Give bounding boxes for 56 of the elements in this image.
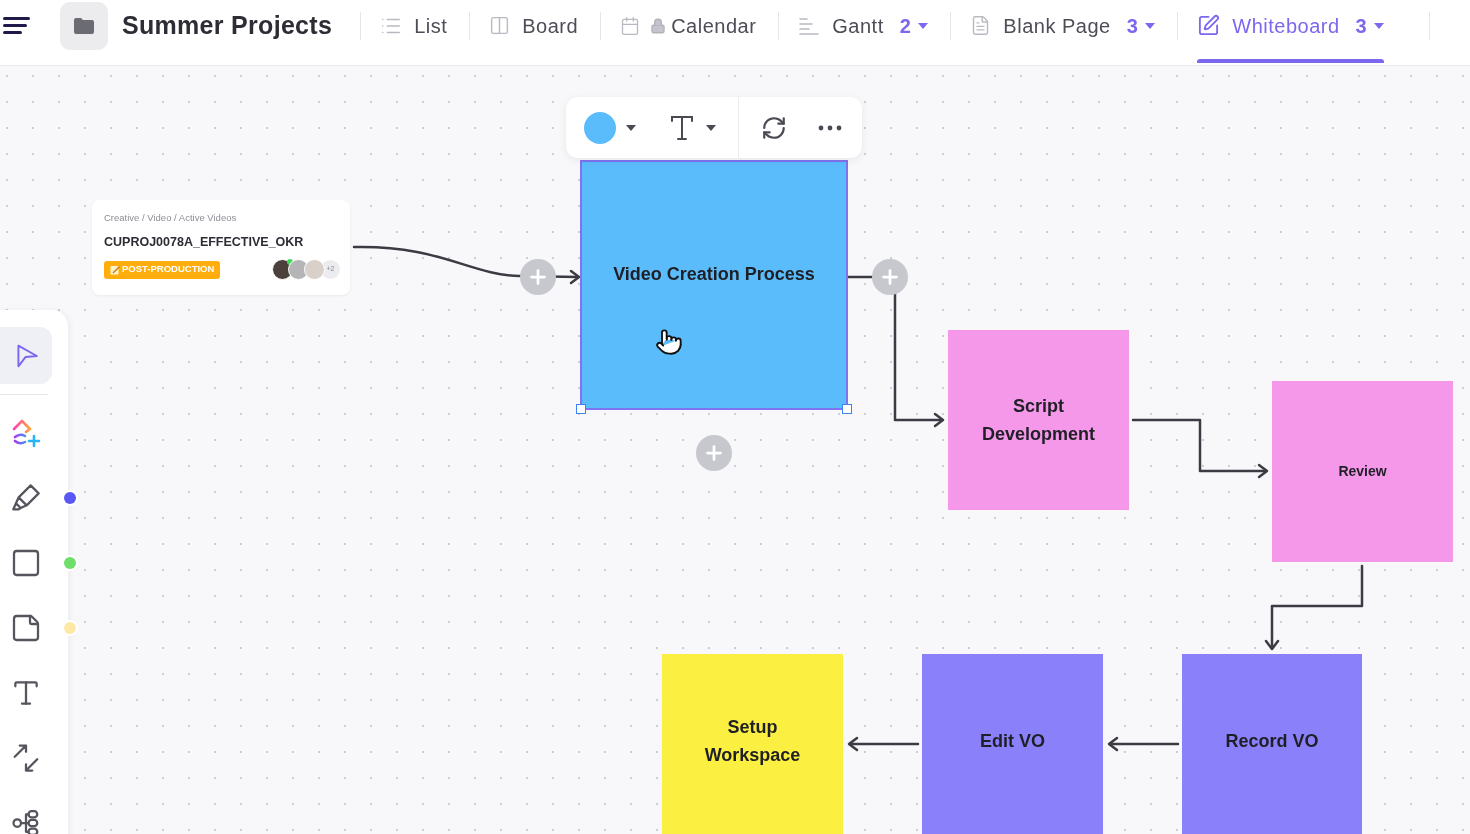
process-node[interactable]: Setup Workspace — [662, 654, 843, 834]
tool-button[interactable] — [0, 327, 52, 384]
process-node[interactable]: Edit VO — [922, 654, 1103, 834]
node-label: Edit VO — [980, 729, 1045, 753]
view-tab[interactable]: Whiteboard 3 — [1197, 0, 1385, 65]
status-label: POST-PRODUCTION — [122, 262, 215, 277]
caret-icon — [1374, 22, 1385, 29]
menu-icon — [3, 17, 30, 34]
task-title: CUPROJ0078A_EFFECTIVE_OKR — [104, 235, 305, 250]
view-count: 3 — [1126, 13, 1139, 39]
diagonal-arrows-icon — [11, 742, 41, 773]
columns-icon — [489, 15, 511, 36]
sync-arrows-icon — [761, 114, 787, 141]
breadcrumb: Creative / Video / Active Videos — [104, 212, 238, 224]
memo-icon — [110, 264, 120, 275]
add-node-button[interactable] — [696, 435, 732, 471]
text-icon — [670, 114, 694, 141]
calendar-icon — [620, 15, 641, 36]
resize-handle[interactable] — [842, 404, 852, 414]
node-label: Video Creation Process — [613, 262, 815, 286]
more-icon — [818, 124, 842, 131]
view-tab[interactable]: Calendar — [620, 0, 757, 65]
view-tab[interactable]: Gantt 2 — [798, 0, 929, 65]
node-label: Review — [1338, 462, 1387, 481]
space-title: Summer Projects — [122, 9, 333, 41]
view-tab[interactable]: List — [380, 0, 448, 65]
folder-icon — [74, 17, 94, 34]
caret-icon — [918, 22, 929, 29]
menu-button[interactable] — [3, 17, 30, 34]
process-node[interactable]: Review — [1272, 381, 1453, 562]
caret-icon — [626, 124, 636, 131]
plus-icon — [703, 442, 725, 464]
bars-icon — [798, 15, 821, 36]
node-label: Record VO — [1225, 729, 1319, 753]
caret-icon — [706, 124, 716, 131]
add-node-button[interactable] — [520, 259, 556, 295]
caret-icon — [1145, 22, 1156, 29]
hand-pointer-icon — [655, 328, 683, 356]
view-tab[interactable]: Board — [489, 0, 579, 65]
text-style-button[interactable] — [670, 114, 716, 141]
process-node[interactable]: Script Development — [948, 330, 1129, 510]
plus-icon — [879, 266, 901, 288]
convert-button[interactable] — [761, 114, 787, 141]
resize-handle[interactable] — [576, 404, 586, 414]
process-node[interactable]: Record VO — [1182, 654, 1362, 834]
mind-map-icon — [11, 807, 41, 834]
view-count: 3 — [1355, 13, 1368, 39]
view-count: 2 — [899, 13, 912, 39]
folder-tile[interactable] — [60, 1, 108, 50]
pen-square-icon — [1197, 14, 1221, 37]
node-label: Script Development — [981, 395, 1096, 446]
fill-color-button[interactable] — [584, 111, 636, 144]
node-label: Setup Workspace — [703, 716, 802, 767]
add-node-button[interactable] — [872, 259, 908, 295]
view-tab[interactable]: Blank Page 3 — [970, 0, 1156, 65]
plus-icon — [527, 266, 549, 288]
